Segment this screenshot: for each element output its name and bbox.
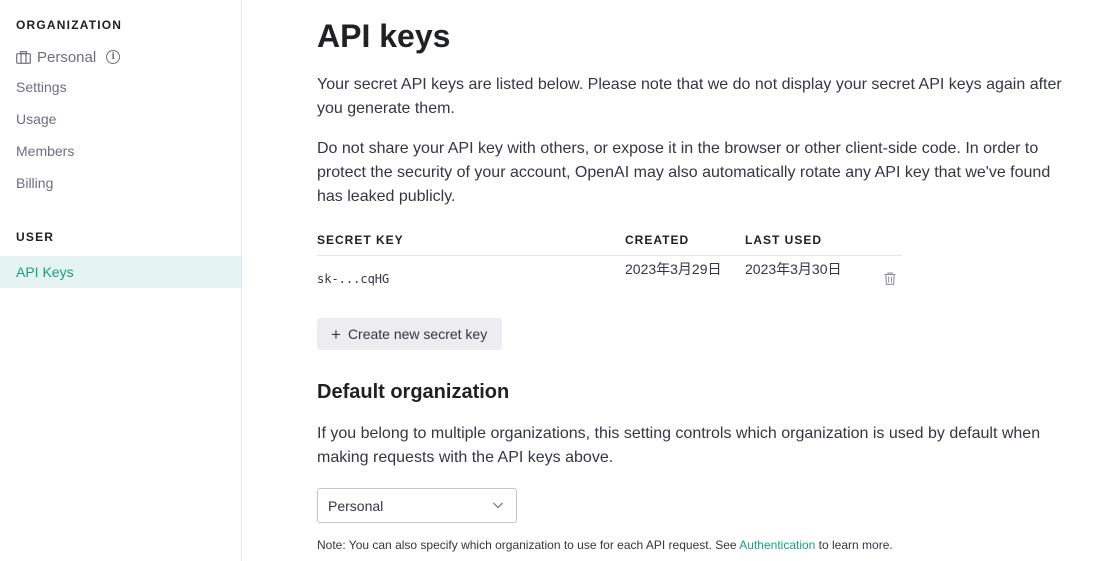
intro-paragraph: Your secret API keys are listed below. P… bbox=[317, 76, 1062, 117]
org-switcher[interactable]: Personal i bbox=[0, 41, 241, 73]
create-secret-key-button[interactable]: + Create new secret key bbox=[317, 318, 502, 350]
info-icon[interactable]: i bbox=[106, 50, 121, 64]
select-value: Personal bbox=[328, 497, 384, 514]
trash-icon[interactable] bbox=[884, 272, 896, 285]
created-date: 2023年3月29日 bbox=[625, 261, 722, 277]
sidebar-item-billing[interactable]: Billing bbox=[0, 167, 241, 199]
plus-icon: + bbox=[331, 324, 341, 344]
default-organization-select[interactable]: Personal bbox=[317, 488, 517, 523]
security-paragraph: Do not share your API key with others, o… bbox=[317, 140, 1051, 205]
org-name: Personal bbox=[37, 48, 97, 66]
sidebar-item-settings[interactable]: Settings bbox=[0, 71, 241, 103]
building-icon bbox=[16, 50, 31, 64]
last-used-date: 2023年3月30日 bbox=[745, 261, 842, 277]
column-header-created: CREATED bbox=[625, 233, 690, 247]
chevron-down-icon bbox=[493, 502, 503, 509]
sidebar: ORGANIZATION Personal i Settings Usage M… bbox=[0, 0, 242, 561]
sidebar-item-api-keys[interactable]: API Keys bbox=[0, 256, 241, 288]
authentication-link[interactable]: Authentication bbox=[739, 538, 815, 552]
create-button-label: Create new secret key bbox=[347, 326, 488, 342]
note-suffix: to learn more. bbox=[815, 538, 893, 552]
sidebar-item-usage[interactable]: Usage bbox=[0, 103, 241, 135]
note-text: Note: You can also specify which organiz… bbox=[317, 538, 893, 552]
note-prefix: Note: You can also specify which organiz… bbox=[317, 538, 740, 552]
page-title: API keys bbox=[317, 18, 451, 54]
table-row: sk-...cqHG 2023年3月29日 2023年3月30日 bbox=[317, 256, 902, 300]
column-header-last-used: LAST USED bbox=[745, 233, 823, 247]
default-org-paragraph: If you belong to multiple organizations,… bbox=[317, 425, 1041, 466]
user-section-title: USER bbox=[16, 230, 55, 244]
organization-section-title: ORGANIZATION bbox=[16, 18, 123, 32]
sidebar-item-members[interactable]: Members bbox=[0, 135, 241, 167]
column-header-secret-key: SECRET KEY bbox=[317, 233, 404, 247]
default-organization-heading: Default organization bbox=[317, 381, 510, 403]
secret-key-value: sk-...cqHG bbox=[317, 272, 390, 286]
